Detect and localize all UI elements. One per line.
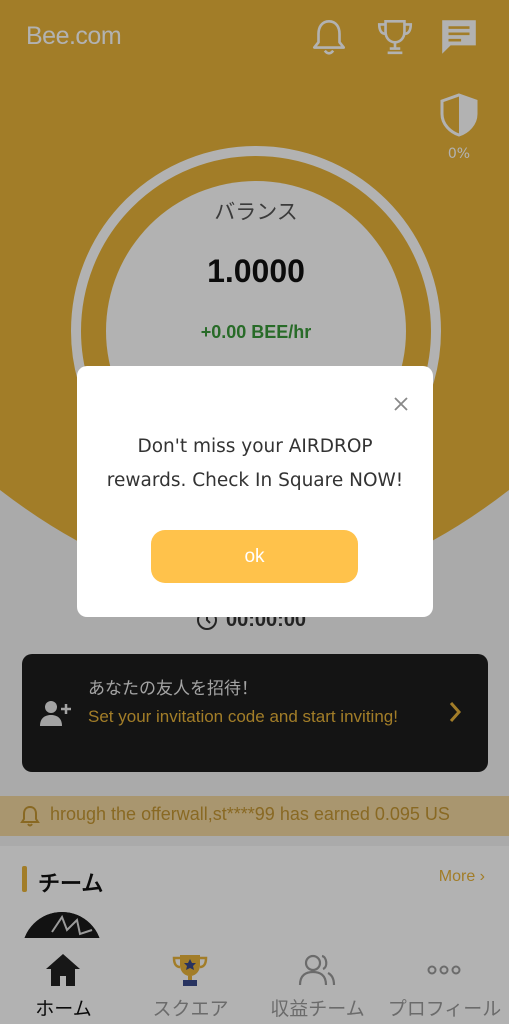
close-icon[interactable] (393, 396, 409, 412)
ok-button[interactable]: ok (151, 530, 358, 583)
dialog-message: Don't miss your AIRDROP rewards. Check I… (106, 436, 404, 491)
airdrop-dialog: Don't miss your AIRDROP rewards. Check I… (77, 366, 433, 617)
